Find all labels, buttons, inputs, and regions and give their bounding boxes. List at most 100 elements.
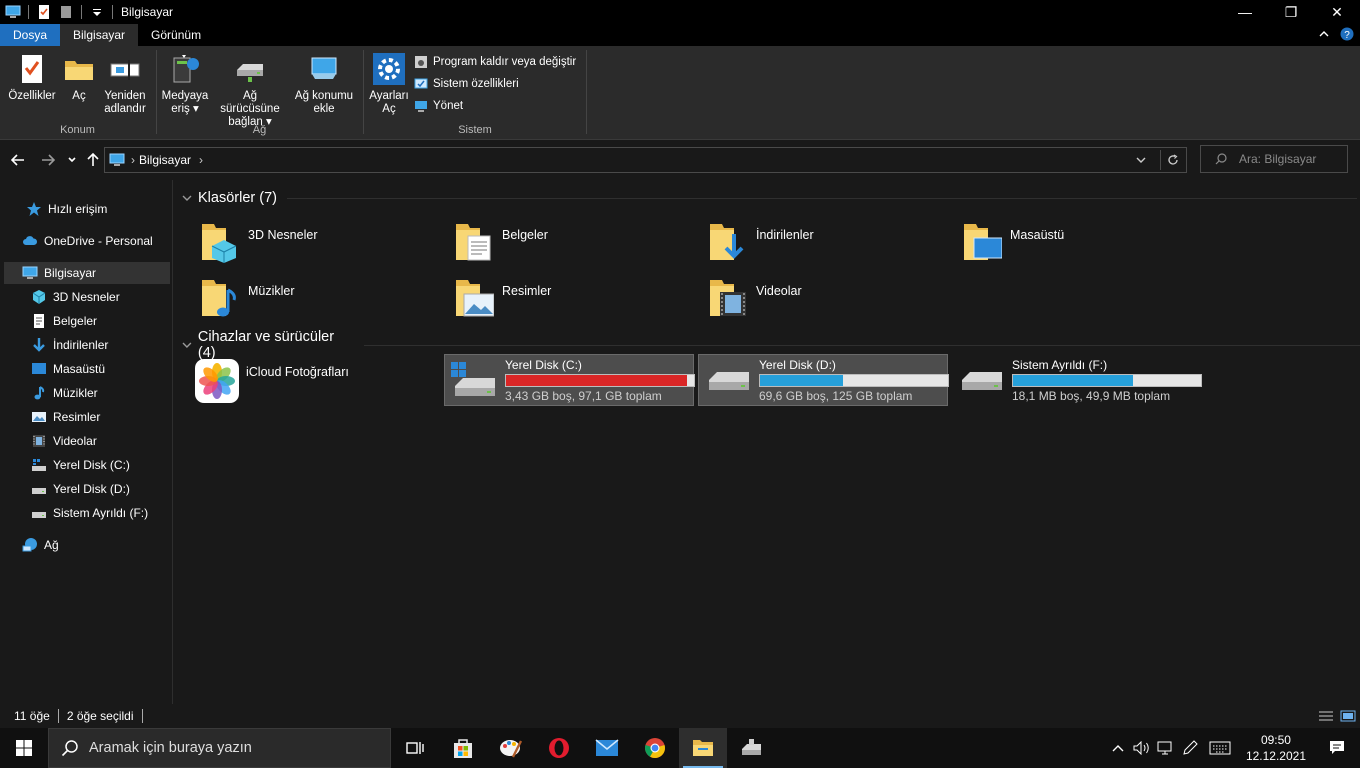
cube-3d-icon	[32, 290, 46, 304]
uninstall-program-button[interactable]: Program kaldır veya değiştir	[414, 53, 576, 71]
drive-item-c[interactable]: Yerel Disk (C:) 3,43 GB boş, 97,1 GB top…	[444, 354, 695, 406]
taskbar-opera[interactable]	[535, 728, 583, 768]
open-settings-button[interactable]: Ayarları Aç	[368, 52, 410, 116]
back-arrow-icon[interactable]	[11, 153, 25, 167]
start-button[interactable]	[0, 728, 48, 768]
search-input[interactable]: Ara: Bilgisayar	[1200, 145, 1348, 173]
tab-view[interactable]: Görünüm	[138, 24, 214, 46]
search-placeholder: Ara: Bilgisayar	[1239, 152, 1317, 166]
taskbar-file-explorer[interactable]	[679, 728, 727, 768]
customize-toolbar-icon[interactable]	[89, 4, 105, 20]
folder-item-documents[interactable]: Belgeler	[454, 220, 548, 268]
file-explorer-folder-icon	[693, 740, 713, 756]
folder-item-music[interactable]: Müzikler	[200, 276, 295, 324]
open-settings-label-2: Aç	[382, 103, 396, 115]
collapse-ribbon-icon[interactable]	[1318, 28, 1330, 40]
hard-drive-icon	[709, 372, 749, 390]
sidebar-item-drive-d[interactable]: Yerel Disk (D:)	[31, 478, 130, 500]
network-icon	[22, 538, 37, 552]
drive-usage-bar	[505, 373, 695, 387]
drive-item-d[interactable]: Yerel Disk (D:) 69,6 GB boş, 125 GB topl…	[698, 354, 949, 406]
breadcrumb-chevron-icon[interactable]: ›	[199, 153, 203, 167]
breadcrumb-chevron-icon[interactable]: ›	[131, 153, 135, 167]
properties-button[interactable]: Özellikler	[6, 52, 58, 103]
microsoft-store-icon	[454, 739, 472, 758]
taskbar-drive-app[interactable]	[727, 728, 775, 768]
sidebar-item-drive-f[interactable]: Sistem Ayrıldı (F:)	[31, 502, 148, 524]
taskbar-search-input[interactable]: Aramak için buraya yazın	[48, 728, 391, 768]
sidebar-item-downloads[interactable]: İndirilenler	[31, 334, 108, 356]
task-view-button[interactable]	[391, 728, 439, 768]
sidebar-item-desktop[interactable]: Masaüstü	[31, 358, 105, 380]
close-button[interactable]: ✕	[1314, 0, 1360, 24]
system-properties-button[interactable]: Sistem özellikleri	[414, 75, 519, 93]
sidebar-item-label: Yerel Disk (C:)	[53, 458, 130, 472]
manage-button[interactable]: Yönet	[414, 97, 463, 115]
folder-item-videos[interactable]: Videolar	[708, 276, 802, 324]
hard-drive-icon	[32, 488, 46, 494]
up-arrow-icon[interactable]	[86, 152, 100, 167]
sidebar-item-drive-c[interactable]: Yerel Disk (C:)	[31, 454, 130, 476]
breadcrumb[interactable]: Bilgisayar	[139, 153, 191, 167]
drive-name: Yerel Disk (C:)	[505, 357, 582, 372]
large-icons-view-icon[interactable]	[1340, 710, 1356, 722]
address-dropdown-icon[interactable]	[1136, 155, 1146, 165]
rename-icon	[110, 60, 140, 80]
map-drive-button[interactable]: Ağ sürücüsüne bağlan ▾	[212, 52, 288, 129]
tab-file[interactable]: Dosya	[0, 24, 61, 46]
touch-keyboard-icon[interactable]	[1202, 728, 1238, 768]
icloud-photos-item[interactable]: iCloud Fotoğrafları	[194, 358, 349, 404]
details-view-icon[interactable]	[1318, 710, 1334, 722]
rename-label-2: adlandır	[104, 103, 146, 115]
taskbar-clock[interactable]: 09:50 12.12.2021	[1238, 732, 1314, 764]
sidebar-item-quick-access[interactable]: Hızlı erişim	[26, 198, 107, 220]
minimize-button[interactable]: —	[1222, 0, 1268, 24]
computer-icon[interactable]	[5, 4, 21, 20]
folder-name: Belgeler	[502, 228, 548, 242]
media-access-button[interactable]: Medyaya eriş ▾	[160, 52, 210, 116]
folder-item-desktop[interactable]: Masaüstü	[962, 220, 1064, 268]
recent-locations-chevron-icon[interactable]	[67, 155, 77, 165]
folder-item-pictures[interactable]: Resimler	[454, 276, 551, 324]
sidebar-item-label: Videolar	[53, 434, 97, 448]
new-folder-icon[interactable]	[58, 4, 74, 20]
drive-usage-bar	[759, 373, 949, 387]
folder-item-3d-objects[interactable]: 3D Nesneler	[200, 220, 317, 268]
network-status-icon[interactable]	[1154, 728, 1178, 768]
sidebar-item-onedrive[interactable]: OneDrive - Personal	[22, 230, 153, 252]
folder-item-downloads[interactable]: İndirilenler	[708, 220, 814, 268]
taskbar-mail[interactable]	[583, 728, 631, 768]
sidebar-item-pictures[interactable]: Resimler	[31, 406, 100, 428]
sidebar-item-documents[interactable]: Belgeler	[31, 310, 97, 332]
sidebar-item-computer[interactable]: Bilgisayar	[4, 262, 170, 284]
add-network-location-button[interactable]: Ağ konumu ekle	[292, 52, 356, 116]
sidebar-item-3d-objects[interactable]: 3D Nesneler	[31, 286, 120, 308]
tab-computer[interactable]: Bilgisayar	[60, 24, 139, 46]
help-icon[interactable]: ?	[1340, 27, 1354, 41]
sidebar-item-label: Resimler	[53, 410, 101, 424]
volume-icon[interactable]	[1130, 728, 1154, 768]
refresh-icon[interactable]	[1167, 154, 1179, 166]
sidebar-item-music[interactable]: Müzikler	[31, 382, 98, 404]
hard-drive-icon	[32, 512, 46, 518]
section-header-folders[interactable]: Klasörler (7)	[182, 190, 1357, 206]
action-center-icon[interactable]	[1314, 728, 1360, 768]
taskbar-paint-app[interactable]	[487, 728, 535, 768]
open-button[interactable]: Aç	[62, 52, 96, 103]
sidebar-item-network[interactable]: Ağ	[22, 534, 59, 556]
taskbar-chrome[interactable]	[631, 728, 679, 768]
drive-space-info: 3,43 GB boş, 97,1 GB toplam	[505, 388, 662, 403]
sidebar-item-label: Belgeler	[53, 314, 98, 328]
properties-icon[interactable]	[36, 4, 52, 20]
drive-name: Yerel Disk (D:)	[759, 357, 836, 372]
address-bar[interactable]: › Bilgisayar ›	[104, 147, 1187, 173]
maximize-button[interactable]: ❐	[1268, 0, 1314, 24]
taskbar-microsoft-store[interactable]	[439, 728, 487, 768]
rename-button[interactable]: Yeniden adlandır	[100, 52, 150, 116]
drive-item-f[interactable]: Sistem Ayrıldı (F:) 18,1 MB boş, 49,9 MB…	[952, 354, 1202, 406]
chevron-down-icon	[182, 195, 192, 201]
sidebar-item-videos[interactable]: Videolar	[31, 430, 97, 452]
forward-arrow-icon[interactable]	[41, 153, 55, 167]
show-hidden-icons-chevron-icon[interactable]	[1106, 728, 1130, 768]
pen-workspace-icon[interactable]	[1178, 728, 1202, 768]
